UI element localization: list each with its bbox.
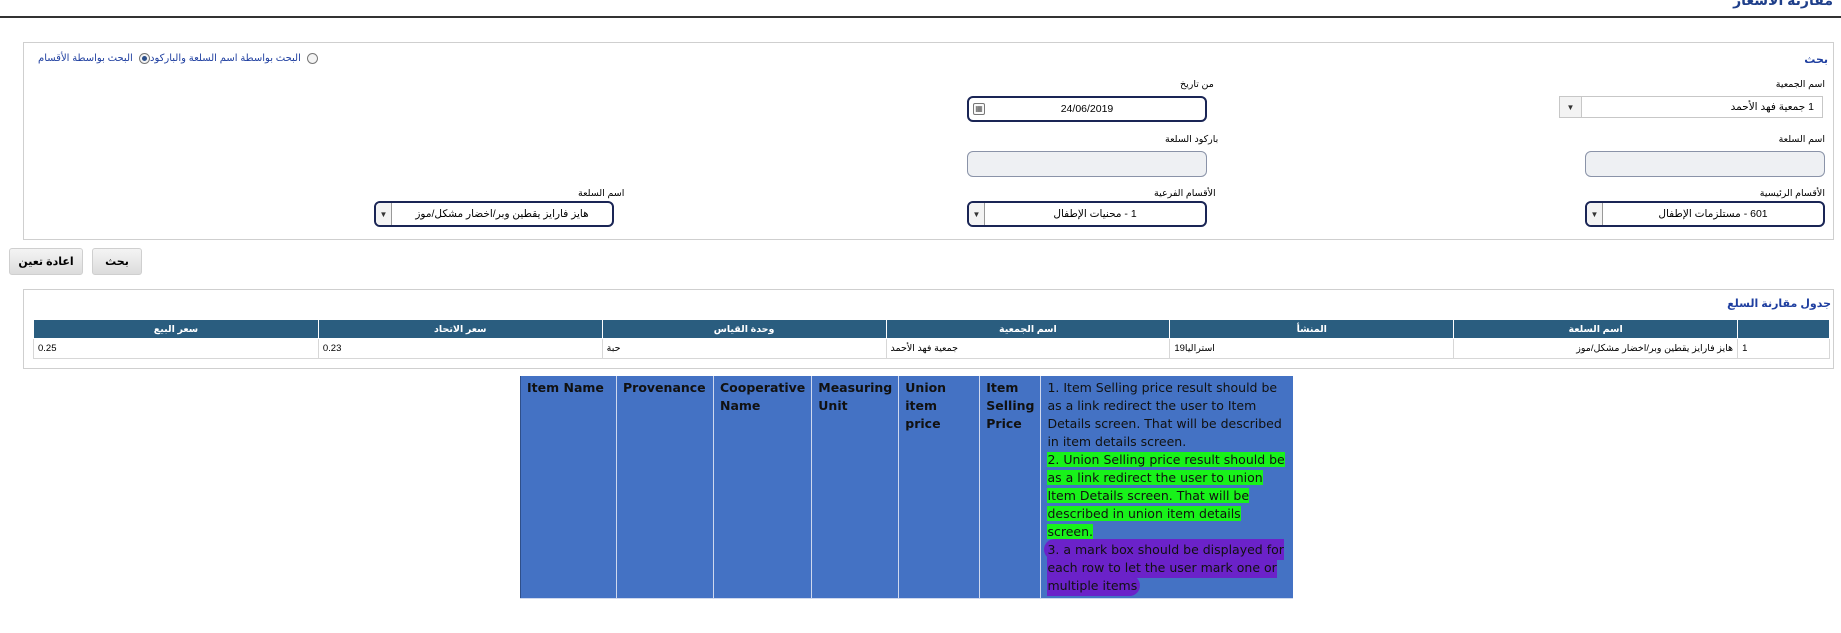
radio-by-category[interactable]: البحث بواسطة الأقسام [38, 53, 150, 64]
spec-header-union-price: Union item price [898, 376, 980, 599]
main-category-label: الأقسام الرئيسية [1759, 188, 1825, 199]
radio-label: البحث بواسطة الأقسام [38, 53, 133, 64]
col-unit[interactable]: وحدة القياس [601, 319, 887, 339]
spec-notes: 1. Item Selling price result should be a… [1040, 376, 1293, 599]
cell-union-price: 0.23 [317, 338, 603, 359]
cell-item-name: هايز فارايز يقطين وبر/اخضار مشكل/موز [1453, 338, 1739, 359]
table-header-row: اسم السلعة المنشأ اسم الجمعية وحدة القيا… [33, 319, 1830, 339]
spec-table: Item Name Provenance Cooperative Name Me… [520, 376, 1293, 599]
col-selling-price[interactable]: سعر البيع [33, 319, 319, 339]
main-category-select[interactable]: ▼ 601 - مستلزمات الإطفال [1585, 201, 1825, 227]
grid-title: جدول مقارنة السلع [1727, 298, 1831, 310]
page-title: مقارنة الأسعار [1733, 0, 1833, 8]
spec-header-selling-price: Item Selling Price [979, 376, 1041, 599]
col-index [1737, 319, 1830, 339]
item-name-input[interactable] [1585, 151, 1825, 177]
chevron-down-icon[interactable]: ▼ [376, 203, 392, 225]
radio-selected-icon[interactable] [138, 53, 150, 64]
spec-note-3: 3. a mark box should be displayed for ea… [1047, 542, 1284, 593]
results-table: اسم السلعة المنشأ اسم الجمعية وحدة القيا… [33, 319, 1830, 359]
from-date-value: 24/06/2019 [1060, 103, 1114, 115]
main-category-value: 601 - مستلزمات الإطفال [1658, 208, 1768, 220]
sub-category-value: 1 - محنيات الإطفال [1053, 208, 1137, 220]
radio-label: البحث بواسطة اسم السلعة والباركود [150, 53, 301, 64]
radio-icon[interactable] [306, 53, 318, 64]
cooperative-value: 1 جمعية فهد الأحمد [1730, 101, 1814, 113]
col-item-name[interactable]: اسم السلعة [1453, 319, 1739, 339]
barcode-label: باركود السلعة [1165, 134, 1219, 145]
spec-note-1: 1. Item Selling price result should be a… [1047, 380, 1282, 449]
spec-header-provenance: Provenance [616, 376, 714, 599]
from-date-field[interactable]: ▦ 24/06/2019 [967, 96, 1207, 122]
spec-row: Item Name Provenance Cooperative Name Me… [520, 376, 1293, 599]
chevron-down-icon[interactable]: ▼ [969, 203, 985, 225]
cell-provenance: استراليا19 [1169, 338, 1455, 359]
item-select-label: اسم السلعة [578, 188, 625, 199]
chevron-down-icon[interactable]: ▼ [1587, 203, 1603, 225]
spec-header-item-name: Item Name [520, 376, 617, 599]
spec-note-2: 2. Union Selling price result should be … [1047, 452, 1285, 539]
item-name-label: اسم السلعة [1778, 134, 1825, 145]
cooperative-select[interactable]: ▼ 1 جمعية فهد الأحمد [1559, 96, 1823, 118]
col-provenance[interactable]: المنشأ [1169, 319, 1455, 339]
radio-by-name-barcode[interactable]: البحث بواسطة اسم السلعة والباركود [150, 53, 318, 64]
table-row[interactable]: 1 هايز فارايز يقطين وبر/اخضار مشكل/موز ا… [33, 338, 1830, 359]
chevron-down-icon[interactable]: ▼ [1560, 97, 1582, 117]
cooperative-label: اسم الجمعية [1775, 79, 1825, 90]
spec-header-measuring-unit: Measuring Unit [811, 376, 899, 599]
sub-category-select[interactable]: ▼ 1 - محنيات الإطفال [967, 201, 1207, 227]
calendar-icon[interactable]: ▦ [973, 103, 985, 115]
cell-unit: حبة [601, 338, 887, 359]
cell-cooperative: جمعية فهد الأحمد [885, 338, 1171, 359]
spec-header-cooperative-name: Cooperative Name [712, 376, 812, 599]
search-button[interactable]: بحث [92, 248, 142, 275]
cell-index: 1 [1737, 338, 1830, 359]
item-select-value: هايز فارايز يقطين وبر/اخضار مشكل/موز [415, 208, 589, 220]
search-panel [23, 42, 1834, 240]
title-bar: مقارنة الأسعار [0, 0, 1841, 18]
cell-selling-price: 0.25 [33, 338, 319, 359]
reset-button[interactable]: اعادة تعين [9, 248, 83, 275]
col-cooperative[interactable]: اسم الجمعية [885, 319, 1171, 339]
barcode-input[interactable] [967, 151, 1207, 177]
search-section-title: بحث [1804, 54, 1828, 66]
col-union-price[interactable]: سعر الاتحاد [317, 319, 603, 339]
item-select[interactable]: ▼ هايز فارايز يقطين وبر/اخضار مشكل/موز [374, 201, 614, 227]
from-date-label: من تاريخ [1180, 79, 1214, 90]
sub-category-label: الأقسام الفرعية [1154, 188, 1216, 199]
